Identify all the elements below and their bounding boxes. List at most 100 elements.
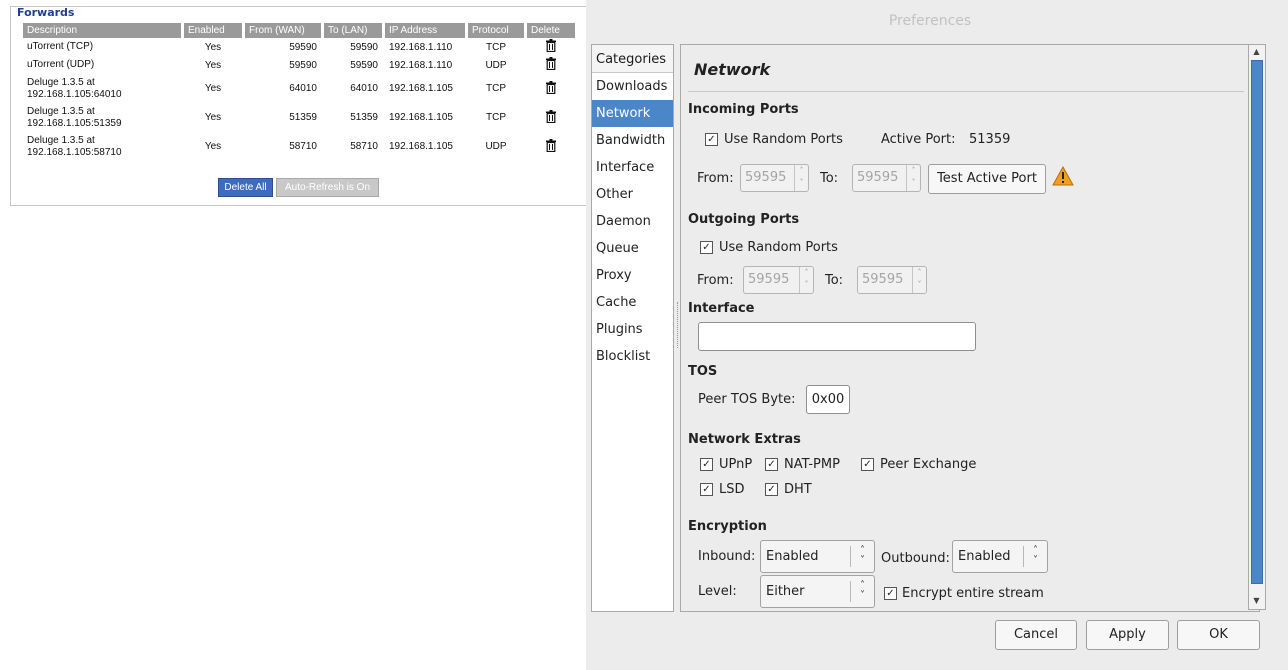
peer-tos-input[interactable]: 0x00 (806, 385, 850, 414)
ok-button[interactable]: OK (1177, 620, 1260, 650)
delete-all-button[interactable]: Delete All (218, 178, 273, 197)
incoming-random-checkbox[interactable]: ✓ (705, 133, 718, 146)
outgoing-random-checkbox[interactable]: ✓ (700, 241, 713, 254)
incoming-to-spinner[interactable]: 59595 ˄ ˅ (852, 164, 921, 192)
forwards-table: Description Enabled From (WAN) To (LAN) … (20, 23, 578, 161)
natpmp-label: NAT-PMP (784, 457, 840, 472)
table-row: Deluge 1.3.5 at 192.168.1.105:64010 Yes 6… (23, 74, 575, 103)
incoming-ports-title: Incoming Ports (688, 102, 799, 117)
row-enabled: Yes (204, 59, 222, 71)
row-delete (527, 56, 575, 74)
outgoing-to-value: 59595 (862, 272, 904, 287)
inbound-select[interactable]: Enabled ˄ ˅ (760, 540, 875, 573)
row-delete (527, 132, 575, 161)
category-network[interactable]: Network (592, 100, 673, 127)
incoming-from-label: From: (697, 171, 734, 186)
category-other[interactable]: Other (592, 181, 673, 208)
peer-exchange-checkbox[interactable]: ✓ (861, 458, 874, 471)
scroll-thumb[interactable] (1251, 60, 1263, 584)
dht-checkbox[interactable]: ✓ (765, 483, 778, 496)
encrypt-entire-label: Encrypt entire stream (902, 586, 1044, 601)
apply-button[interactable]: Apply (1086, 620, 1169, 650)
outgoing-to-label: To: (825, 273, 844, 288)
outbound-label: Outbound: (881, 551, 950, 566)
trash-icon[interactable] (546, 109, 556, 123)
categories-header[interactable]: Categories (592, 45, 673, 73)
row-enabled: Yes (204, 112, 222, 123)
row-from-wan: 59590 (289, 41, 317, 53)
col-protocol[interactable]: Protocol (468, 23, 524, 38)
outgoing-from-value: 59595 (748, 272, 790, 287)
level-select[interactable]: Either ˄ ˅ (760, 575, 875, 608)
col-ip-address[interactable]: IP Address (385, 23, 465, 38)
col-from-wan[interactable]: From (WAN) (245, 23, 321, 38)
scroll-up-icon[interactable]: ▲ (1252, 47, 1261, 56)
category-bandwidth[interactable]: Bandwidth (592, 127, 673, 154)
test-active-port-button[interactable]: Test Active Port (928, 164, 1046, 194)
inbound-value: Enabled (766, 549, 819, 564)
lsd-checkbox[interactable]: ✓ (700, 483, 713, 496)
peer-tos-label: Peer TOS Byte: (698, 392, 796, 407)
trash-icon[interactable] (546, 138, 556, 152)
spinner-arrows-icon[interactable]: ˄ ˅ (906, 165, 920, 191)
row-to-lan: 64010 (350, 83, 378, 94)
outbound-value: Enabled (958, 549, 1011, 564)
row-ip: 192.168.1.110 (389, 41, 453, 53)
outgoing-to-spinner[interactable]: 59595 ˄ ˅ (857, 266, 927, 294)
natpmp-checkbox[interactable]: ✓ (765, 458, 778, 471)
row-from-wan: 64010 (289, 83, 317, 94)
lsd-label: LSD (719, 482, 745, 497)
forwards-title: Forwards (15, 6, 77, 19)
category-queue[interactable]: Queue (592, 235, 673, 262)
table-row: uTorrent (UDP) Yes 59590 59590 192.168.1… (23, 56, 575, 74)
incoming-from-spinner[interactable]: 59595 ˄ ˅ (740, 164, 809, 192)
interface-input[interactable] (698, 322, 976, 351)
row-ip: 192.168.1.110 (389, 59, 453, 71)
table-row: Deluge 1.3.5 at 192.168.1.105:58710 Yes 5… (23, 132, 575, 161)
col-description[interactable]: Description (23, 23, 181, 38)
row-to-lan: 58710 (350, 141, 378, 152)
row-delete (527, 74, 575, 103)
trash-icon[interactable] (546, 39, 556, 52)
category-downloads[interactable]: Downloads (592, 73, 673, 100)
encrypt-entire-checkbox[interactable]: ✓ (884, 587, 897, 600)
spinner-arrows-icon[interactable]: ˄ ˅ (799, 267, 813, 293)
preferences-dialog: Preferences Categories Downloads Network… (586, 0, 1288, 670)
level-label: Level: (698, 584, 737, 599)
category-daemon[interactable]: Daemon (592, 208, 673, 235)
row-from-wan: 51359 (289, 112, 317, 123)
col-to-lan[interactable]: To (LAN) (324, 23, 382, 38)
trash-icon[interactable] (546, 80, 556, 94)
col-enabled[interactable]: Enabled (184, 23, 242, 38)
row-from-wan: 58710 (289, 141, 317, 152)
col-delete[interactable]: Delete (527, 23, 575, 38)
incoming-from-value: 59595 (745, 170, 787, 185)
dialog-title: Preferences (888, 13, 972, 29)
category-plugins[interactable]: Plugins (592, 316, 673, 343)
row-protocol: TCP (486, 41, 506, 53)
updown-icon: ˄ ˅ (1023, 546, 1047, 567)
spinner-arrows-icon[interactable]: ˄ ˅ (912, 267, 926, 293)
spinner-arrows-icon[interactable]: ˄ ˅ (794, 165, 808, 191)
outgoing-from-label: From: (697, 273, 734, 288)
category-blocklist[interactable]: Blocklist (592, 343, 673, 370)
category-cache[interactable]: Cache (592, 289, 673, 316)
cancel-button[interactable]: Cancel (995, 620, 1077, 650)
trash-icon[interactable] (546, 57, 556, 70)
row-protocol: UDP (485, 59, 507, 71)
row-delete (527, 103, 575, 132)
row-protocol: TCP (486, 83, 506, 94)
row-description: uTorrent (TCP) (27, 41, 94, 52)
scroll-down-icon[interactable]: ▼ (1252, 596, 1261, 605)
row-protocol: UDP (485, 141, 507, 152)
incoming-to-label: To: (820, 171, 839, 186)
outgoing-from-spinner[interactable]: 59595 ˄ ˅ (743, 266, 814, 294)
vertical-scrollbar[interactable]: ▲ ▼ (1248, 44, 1266, 610)
upnp-checkbox[interactable]: ✓ (700, 458, 713, 471)
auto-refresh-button[interactable]: Auto-Refresh is On (276, 178, 379, 197)
outbound-select[interactable]: Enabled ˄ ˅ (952, 540, 1048, 573)
peer-exchange-label: Peer Exchange (880, 457, 977, 472)
row-delete (527, 38, 575, 56)
category-interface[interactable]: Interface (592, 154, 673, 181)
category-proxy[interactable]: Proxy (592, 262, 673, 289)
